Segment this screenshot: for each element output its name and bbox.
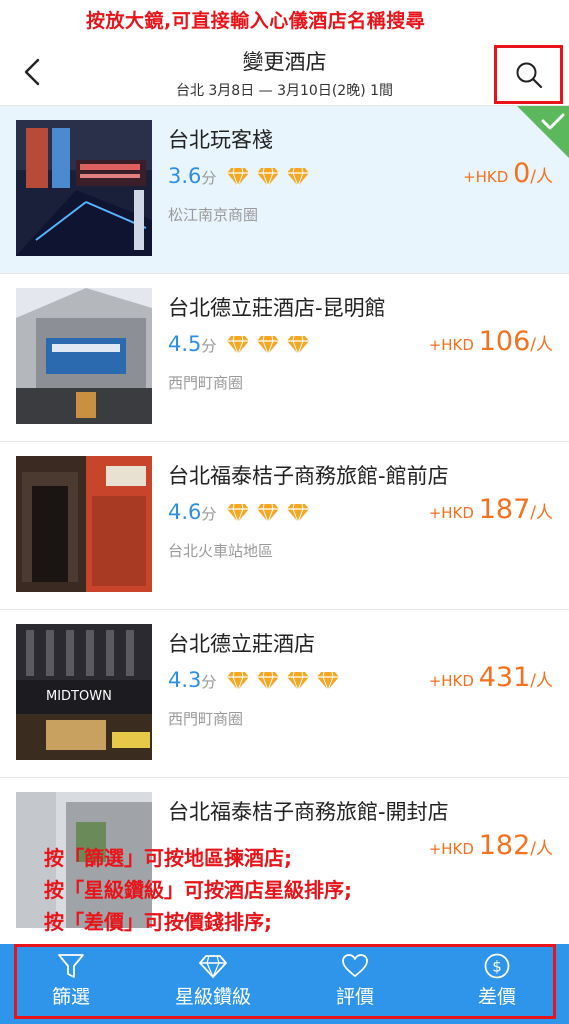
hotel-rating: 3.6分 [168,164,217,188]
diamond-icon [257,671,279,691]
svg-text:MIDTOWN: MIDTOWN [46,689,112,704]
diamond-icon [287,335,309,355]
annotation-line: 按「差價」可按價錢排序; [44,910,272,934]
hotel-name: 台北玩客棧 [168,128,273,152]
hotel-price: +HKD 431/人 [428,662,553,693]
diamond-rating [226,335,310,355]
header: 變更酒店 台北 3月8日 — 3月10日(2晚) 1間 [0,36,569,106]
page-title: 變更酒店 [242,50,327,74]
hotel-item[interactable]: MIDTOWN 台北德立莊酒店 4.3分 西門町商圈 +HKD 431/人 [0,610,569,778]
hotel-photo [16,288,152,424]
diamond-icon [287,671,309,691]
hotel-price: +HKD 187/人 [428,494,553,525]
hotel-rating: 4.6分 [168,500,217,524]
hotel-area: 西門町商圈 [168,374,244,392]
hotel-rating: 4.3分 [168,668,217,692]
diamond-icon [227,167,249,187]
hotel-name: 台北福泰桔子商務旅館-館前店 [168,464,449,488]
diamond-rating [226,671,340,691]
diamond-icon [227,671,249,691]
diamond-rating [226,503,310,523]
selected-check-icon [517,106,569,158]
diamond-icon [257,503,279,523]
diamond-rating [226,167,310,187]
bottom-bar-highlight [14,944,556,1019]
diamond-icon [287,167,309,187]
hotel-area: 松江南京商圈 [168,206,259,224]
hotel-item[interactable]: 台北玩客棧 3.6分 松江南京商圈 +HKD 0/人 [0,106,569,274]
diamond-icon [257,167,279,187]
hotel-price: +HKD 106/人 [428,326,553,357]
hotel-photo [16,120,152,256]
hotel-list: 台北玩客棧 3.6分 松江南京商圈 +HKD 0/人 台北德立莊酒店-昆明館 4… [0,106,569,946]
search-icon [516,62,542,88]
hotel-rating: 4.5分 [168,332,217,356]
hotel-photo [16,456,152,592]
search-button[interactable] [494,45,563,104]
hotel-name: 台北福泰桔子商務旅館-開封店 [168,800,449,824]
hotel-name: 台北德立莊酒店 [168,632,315,656]
annotation-line: 按「星級鑽級」可按酒店星級排序; [44,878,352,902]
hotel-item[interactable]: 台北德立莊酒店-昆明館 4.5分 西門町商圈 +HKD 106/人 [0,274,569,442]
hotel-name: 台北德立莊酒店-昆明館 [168,296,386,320]
sort-annotation: 按「篩選」可按地區揀酒店; 按「星級鑽級」可按酒店星級排序; 按「差價」可按價錢… [44,842,352,938]
diamond-icon [317,671,339,691]
page-subtitle: 台北 3月8日 — 3月10日(2晚) 1間 [175,83,394,99]
diamond-icon [227,335,249,355]
diamond-icon [257,335,279,355]
search-annotation: 按放大鏡,可直接輸入心儀酒店名稱搜尋 [86,10,426,32]
hotel-area: 台北火車站地區 [168,542,274,560]
hotel-price: +HKD 182/人 [428,830,553,861]
annotation-line: 按「篩選」可按地區揀酒店; [44,846,292,870]
diamond-icon [227,503,249,523]
diamond-icon [287,503,309,523]
hotel-price: +HKD 0/人 [463,158,553,189]
hotel-photo: MIDTOWN [16,624,152,760]
hotel-item[interactable]: 台北福泰桔子商務旅館-館前店 4.6分 台北火車站地區 +HKD 187/人 [0,442,569,610]
hotel-area: 西門町商圈 [168,710,244,728]
